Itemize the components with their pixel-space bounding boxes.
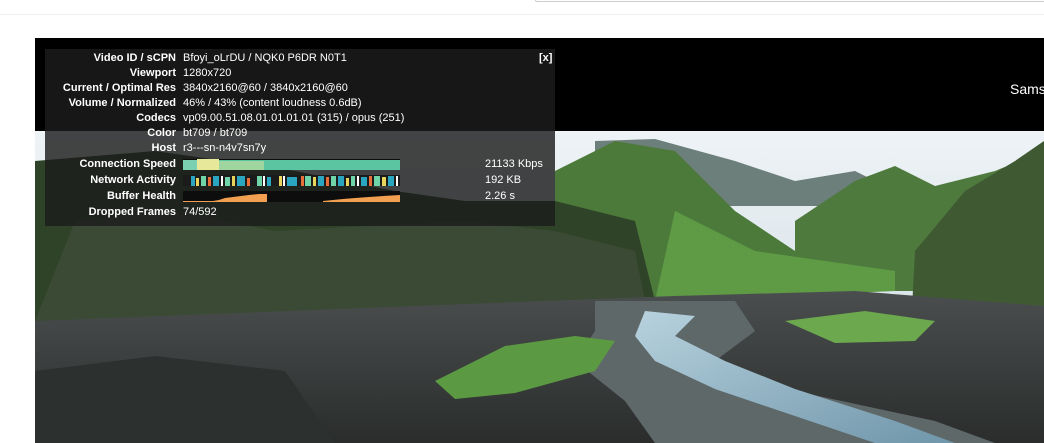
stats-for-nerds-panel: [x] Video ID / sCPN Bfoyi_oLrDU / NQK0 P… [45,49,555,226]
stat-label: Color [147,127,176,139]
network-activity-graph [183,175,400,186]
stat-label: Connection Speed [79,158,176,170]
search-input[interactable] [535,0,1044,2]
stat-value: 1280x720 [183,67,232,79]
video-title-partial: Sams [1010,81,1044,97]
stat-value: 192 KB [485,174,522,186]
stat-label: Current / Optimal Res [62,82,176,94]
stat-label: Viewport [129,67,176,79]
stat-value: bt709 / bt709 [183,127,248,139]
stat-value: 3840x2160@60 / 3840x2160@60 [183,82,348,94]
close-button[interactable]: [x] [539,52,552,64]
video-player[interactable]: Sams [x] Video ID / sCPN Bfoyi_oLrDU / N… [35,38,1044,443]
stat-label: Host [151,142,176,154]
stat-value: r3---sn-n4v7sn7y [183,142,267,154]
stat-value: 2.26 s [485,190,515,202]
stat-label: Buffer Health [106,190,176,202]
connection-speed-graph [183,159,400,170]
stat-value: Bfoyi_oLrDU / NQK0 P6DR N0T1 [183,52,347,64]
stat-label: Video ID / sCPN [93,52,176,64]
page-top-bar [0,0,1044,15]
stat-label: Dropped Frames [88,206,176,218]
stat-value: vp09.00.51.08.01.01.01.01 (315) / opus (… [183,112,405,124]
buffer-health-graph [183,191,400,202]
stat-label: Volume / Normalized [68,97,176,109]
stat-value: 21133 Kbps [485,158,543,170]
stat-label: Codecs [136,112,176,124]
stat-label: Network Activity [90,174,176,186]
stat-value: 74/592 [183,206,217,218]
stat-value: 46% / 43% (content loudness 0.6dB) [183,97,362,109]
